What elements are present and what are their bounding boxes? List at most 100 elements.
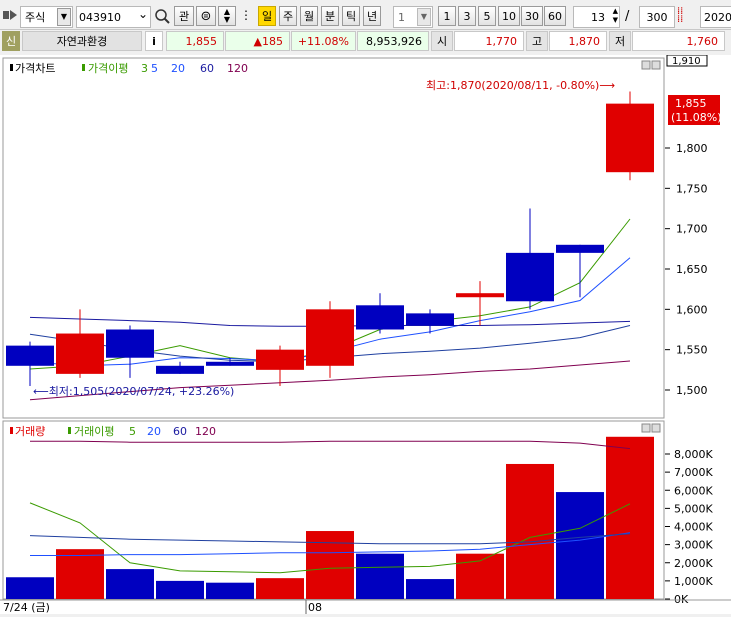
legend-marker [10,64,13,71]
close-icon[interactable] [651,60,661,70]
last-price-tag-value: 1,855 [675,97,707,110]
unit-label: 5 [483,9,491,23]
period-label: 틱 [345,10,357,23]
menu-icon[interactable]: ⋮ [240,8,252,24]
info-button[interactable]: i [145,31,163,51]
unit-label: 10 [502,9,516,23]
date-input[interactable]: 2020/ [700,6,731,28]
price-y-tick-label: 1,500 [676,384,708,397]
quote-change: ▲185 [225,31,290,51]
close-icon[interactable] [651,423,661,433]
chevron-down-icon[interactable]: ▼ [417,8,431,26]
volume-bar [6,577,54,599]
volume-ma-label: 거래이평 [74,425,114,438]
unit-label: 60 [548,9,562,23]
minimize-icon[interactable] [641,60,651,70]
period-button-minute[interactable]: 분 [321,6,339,26]
period-button-day[interactable]: 일 [258,6,276,26]
candle-body [156,365,204,374]
volume-bar [356,553,404,599]
legend-marker [82,64,85,71]
volume-bar [306,531,354,599]
quote-change-value: ▲185 [253,34,283,48]
unit-button-1[interactable]: 1 [438,6,456,26]
high-label: 고 [526,31,548,51]
count-value: 13 [591,10,605,24]
spin-icon[interactable]: ▲ ▼ [613,7,618,25]
count-total: 300 [639,6,675,28]
period-button-month[interactable]: 월 [300,6,318,26]
price-ma-20: 20 [171,62,185,75]
unit-label: 1 [443,9,451,23]
favorite-button[interactable]: 관 [174,6,194,26]
min-price-note: ⟵최저:1,505(2020/07/24, +23.26%) [33,385,234,398]
candle-body [606,103,654,173]
period-button-week[interactable]: 주 [279,6,297,26]
unit-button-10[interactable]: 10 [498,6,520,26]
search-icon[interactable] [153,7,171,26]
quote-high: 1,870 [549,31,607,51]
volume-y-tick-label: 5,000K [674,502,713,515]
unit-button-3[interactable]: 3 [458,6,476,26]
low-label-text: 저 [614,35,626,48]
candle-body [6,345,54,366]
link-button[interactable]: ⊜ [196,6,216,26]
minimize-icon[interactable] [641,423,651,433]
unit-label: 3 [463,9,471,23]
candle-body [256,349,304,370]
unit-select[interactable]: 1 ▼ [393,6,433,28]
quote-low-value: 1,760 [686,34,719,48]
candle-body [306,309,354,366]
stock-name: 자연과환경 [22,31,142,51]
low-label: 저 [609,31,631,51]
chart-area[interactable]: 가격차트 가격이평 3 5 20 60 120 거래량 거래이평 5 20 60… [0,54,731,614]
quote-open-value: 1,770 [485,34,518,48]
volume-bar [506,463,554,599]
count-input[interactable]: 13 ▲ ▼ [573,6,620,28]
volume-y-tick-label: 7,000K [674,466,713,479]
code-input[interactable]: 043910 ⌄ [76,6,151,28]
price-y-tick-label: 1,650 [676,263,708,276]
unit-button-60[interactable]: 60 [544,6,566,26]
volume-bar [606,436,654,599]
candle-body [456,293,504,298]
legend-marker [68,427,71,434]
volume-bar [206,582,254,599]
price-ma-label: 가격이평 [88,62,128,75]
unit-select-value: 1 [398,10,405,24]
candle-body [406,313,454,326]
volume-ma-120: 120 [195,425,216,438]
count-separator: / [625,9,630,24]
type-select-value: 주식 [25,11,46,24]
period-button-year[interactable]: 년 [363,6,381,26]
period-label: 일 [261,10,273,23]
period-label: 주 [282,10,294,23]
updown-button[interactable]: ▲ ▼ [218,6,236,26]
volume-y-tick-label: 6,000K [674,484,713,497]
unit-button-30[interactable]: 30 [521,6,543,26]
volume-y-tick-label: 4,000K [674,521,713,534]
grid-settings-icon[interactable]: ⁞⁞ ⁞⁞ [677,7,695,25]
quote-price-value: 1,855 [185,34,218,48]
volume-y-tick-label: 8,000K [674,448,713,461]
open-label-text: 시 [436,35,448,48]
period-button-tick[interactable]: 틱 [342,6,360,26]
new-badge-label: 신 [5,35,17,48]
volume-y-tick-label: 1,000K [674,575,713,588]
chart-menu-icon[interactable] [3,8,19,22]
volume-legend: 거래량 거래이평 5 20 60 120 [10,425,216,438]
candle-body [556,244,604,253]
open-label: 시 [431,31,453,51]
volume-ma-5: 5 [129,425,136,438]
count-total-value: 300 [646,10,668,24]
chevron-down-icon[interactable]: ▼ [57,8,71,26]
chart-svg[interactable]: 가격차트 가격이평 3 5 20 60 120 거래량 거래이평 5 20 60… [0,54,731,614]
quote-high-value: 1,870 [568,34,601,48]
chevron-down-icon[interactable]: ⌄ [138,7,148,21]
volume-y-tick-label: 3,000K [674,539,713,552]
volume-bar [556,492,604,599]
y-axis-area [665,55,731,600]
unit-button-5[interactable]: 5 [478,6,496,26]
stock-name-label: 자연과환경 [56,35,108,48]
type-select[interactable]: 주식 ▼ [20,6,73,28]
